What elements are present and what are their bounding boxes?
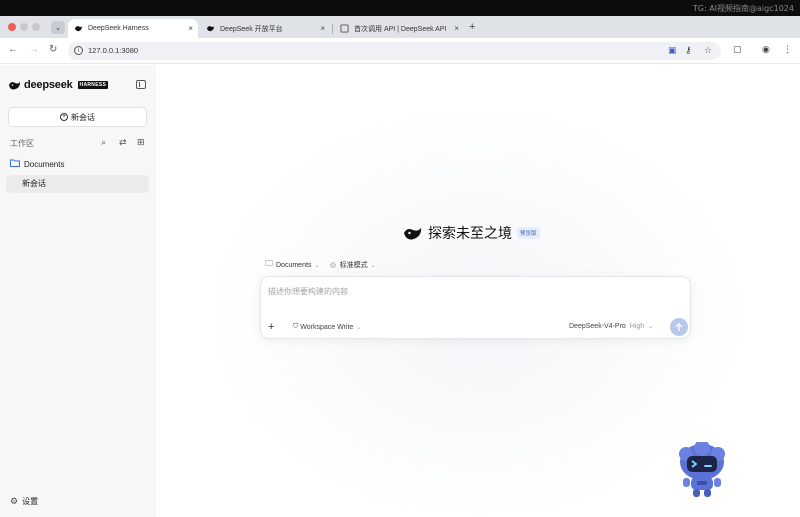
cast-icon[interactable]: ▣: [668, 45, 677, 56]
deepseek-whale-icon: [404, 227, 422, 240]
message-input[interactable]: 描述你想要构建的内容: [268, 286, 348, 297]
forward-icon[interactable]: →: [29, 44, 39, 55]
chevron-down-icon: ⌄: [314, 262, 320, 269]
permission-selector[interactable]: ⛉ Workspace Write ⌄: [293, 323, 361, 331]
url-text: 127.0.0.1:3080: [88, 46, 139, 55]
new-folder-icon[interactable]: ⊞: [137, 137, 145, 148]
page-icon: [340, 24, 349, 33]
search-icon[interactable]: ⌕: [101, 137, 106, 148]
mode-icon: ♲: [329, 260, 337, 270]
add-attachment-button[interactable]: +: [268, 321, 274, 333]
robot-mascot-icon[interactable]: [677, 442, 727, 500]
sidebar: deepseek HARNESS + 新会话 工作区 ⌕ ⇄ ⊞ Documen…: [0, 65, 156, 517]
reload-icon[interactable]: ↻: [49, 44, 57, 55]
mode-selector[interactable]: ♲ 标准模式 ⌄: [329, 260, 375, 270]
brand-name: deepseek: [24, 79, 73, 91]
harness-badge: HARNESS: [77, 81, 109, 89]
close-tab-icon[interactable]: ×: [188, 24, 193, 33]
brand-logo: deepseek HARNESS: [8, 79, 109, 91]
chat-item[interactable]: 新会话: [6, 175, 149, 193]
model-selector[interactable]: DeepSeek-V4-Pro High ⌄: [569, 323, 653, 330]
site-info-icon[interactable]: i: [74, 46, 83, 55]
profile-icon[interactable]: ◉: [762, 44, 770, 55]
tab-deepseek-platform[interactable]: DeepSeek 开放平台 ×: [200, 19, 330, 38]
maximize-window-button[interactable]: [32, 23, 40, 31]
navigation-bar: ← → ↻ i 127.0.0.1:3080 ▣ ⚷ ☆ ▢ ◉ ⋮: [0, 38, 800, 64]
new-tab-button[interactable]: +: [469, 21, 475, 33]
plus-circle-icon: +: [60, 113, 68, 121]
settings-button[interactable]: ⚙ 设置: [10, 496, 38, 507]
menu-kebab-icon[interactable]: ⋮: [783, 44, 792, 55]
gear-icon: ⚙: [10, 496, 19, 506]
close-tab-icon[interactable]: ×: [320, 24, 325, 33]
arrow-up-icon: [675, 322, 683, 331]
mode-selector-label: 标准模式: [339, 262, 368, 269]
folder-icon: 🗀: [265, 259, 273, 268]
tab-deepseek-api[interactable]: 首次调用 API | DeepSeek API ×: [334, 19, 464, 38]
workspace-selector-label: Documents: [276, 261, 312, 269]
close-tab-icon[interactable]: ×: [454, 24, 459, 33]
tab-title: DeepSeek Harness: [88, 25, 149, 32]
bookmark-star-icon[interactable]: ☆: [704, 45, 712, 56]
new-chat-button[interactable]: + 新会话: [8, 107, 147, 127]
effort-label: High: [629, 323, 645, 330]
settings-label: 设置: [22, 497, 39, 506]
extensions-icon[interactable]: ▢: [733, 44, 742, 55]
send-button[interactable]: [670, 318, 688, 336]
address-bar[interactable]: i 127.0.0.1:3080 ▣ ⚷ ☆: [68, 42, 721, 60]
hero-title: 探索未至之境: [428, 226, 512, 242]
folder-icon: [10, 159, 20, 169]
tab-separator: [332, 24, 333, 34]
workspace-selector[interactable]: 🗀 Documents ⌄: [265, 258, 319, 272]
composer-selectors: 🗀 Documents ⌄ ♲ 标准模式 ⌄: [265, 258, 386, 272]
chevron-down-icon: ⌄: [370, 262, 376, 269]
sidebar-toggle-icon[interactable]: [136, 80, 146, 89]
tab-strip: ⌄ DeepSeek Harness × DeepSeek 开放平台 × 首次调…: [0, 16, 800, 38]
tab-title: 首次调用 API | DeepSeek API: [354, 25, 447, 33]
deepseek-whale-icon: [206, 24, 215, 33]
deepseek-whale-icon: [74, 24, 83, 33]
tab-search-icon[interactable]: ⌄: [51, 21, 65, 34]
close-window-button[interactable]: [8, 23, 16, 31]
deepseek-whale-icon: [9, 81, 21, 90]
shield-icon: ⛉: [293, 323, 299, 330]
folder-label: Documents: [24, 159, 65, 169]
message-composer[interactable]: 描述你想要构建的内容 + ⛉ Workspace Write ⌄ DeepSee…: [260, 276, 691, 339]
back-icon[interactable]: ←: [8, 44, 18, 55]
preview-badge: 预览版: [517, 227, 540, 239]
model-label: DeepSeek-V4-Pro: [569, 323, 626, 330]
new-chat-label: 新会话: [71, 112, 95, 122]
permission-label: Workspace Write: [300, 323, 354, 331]
folder-documents[interactable]: Documents: [10, 159, 64, 169]
top-bar: TG: AI视频指南@aigc1024: [0, 0, 800, 16]
minimize-window-button[interactable]: [20, 23, 28, 31]
watermark: TG: AI视频指南@aigc1024: [692, 4, 794, 13]
key-icon[interactable]: ⚷: [685, 45, 692, 56]
hero-heading: 探索未至之境 预览版: [403, 223, 540, 243]
chevron-down-icon: ⌄: [356, 324, 362, 331]
tab-deepseek-harness[interactable]: DeepSeek Harness ×: [68, 19, 198, 38]
tab-title: DeepSeek 开放平台: [220, 25, 283, 33]
workspace-label: 工作区: [10, 139, 34, 148]
chevron-down-icon: ⌄: [648, 324, 654, 330]
switch-icon[interactable]: ⇄: [119, 137, 127, 148]
